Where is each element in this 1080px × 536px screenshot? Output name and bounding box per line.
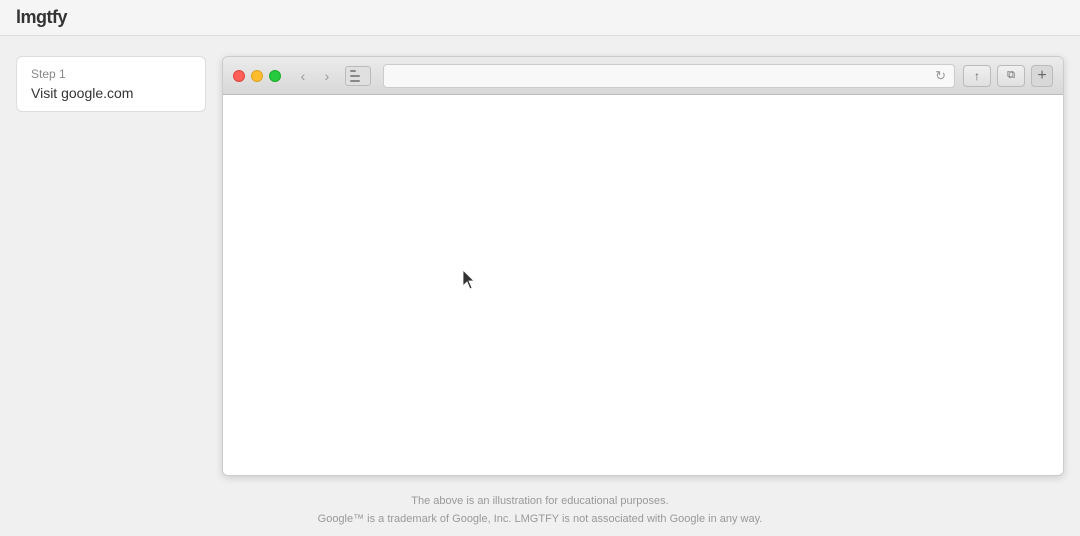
reload-icon[interactable]: ↻ <box>935 68 946 84</box>
copy-icon: ⧉ <box>1007 69 1015 82</box>
share-button[interactable]: ↑ <box>963 65 991 87</box>
plus-icon: + <box>1037 67 1046 85</box>
step-card-1[interactable]: Step 1 Visit google.com <box>16 56 206 112</box>
sidebar-toggle-button[interactable] <box>345 66 371 86</box>
new-tab-button[interactable]: + <box>1031 65 1053 87</box>
sidebar-toggle-icon <box>350 70 366 82</box>
step-number-1: Step 1 <box>31 67 191 81</box>
url-bar[interactable]: ↻ <box>383 64 955 88</box>
browser-content <box>223 95 1063 475</box>
nav-arrows: ‹ › <box>293 66 337 86</box>
toggle-bar-2 <box>350 75 360 77</box>
toggle-bar-3 <box>350 80 360 82</box>
close-button-icon[interactable] <box>233 70 245 82</box>
copy-tab-button[interactable]: ⧉ <box>997 65 1025 87</box>
browser-actions: ↑ ⧉ + <box>963 65 1053 87</box>
steps-sidebar: Step 1 Visit google.com <box>16 56 206 476</box>
step-label-1: Visit google.com <box>31 85 191 101</box>
footer-line2: Google™ is a trademark of Google, Inc. L… <box>318 511 763 529</box>
app-title: lmgtfy <box>16 7 67 28</box>
toggle-bar-1 <box>350 70 356 72</box>
footer: The above is an illustration for educati… <box>0 486 1080 536</box>
minimize-button-icon[interactable] <box>251 70 263 82</box>
share-icon: ↑ <box>974 69 980 83</box>
top-bar: lmgtfy <box>0 0 1080 36</box>
main-content: Step 1 Visit google.com ‹ › <box>0 36 1080 486</box>
back-arrow-icon[interactable]: ‹ <box>293 66 313 86</box>
browser-chrome: ‹ › ↻ ↑ ⧉ <box>223 57 1063 95</box>
mouse-cursor-icon <box>463 270 479 290</box>
browser-mockup: ‹ › ↻ ↑ ⧉ <box>222 56 1064 476</box>
footer-line1: The above is an illustration for educati… <box>411 493 668 511</box>
forward-arrow-icon[interactable]: › <box>317 66 337 86</box>
traffic-lights <box>233 70 281 82</box>
maximize-button-icon[interactable] <box>269 70 281 82</box>
